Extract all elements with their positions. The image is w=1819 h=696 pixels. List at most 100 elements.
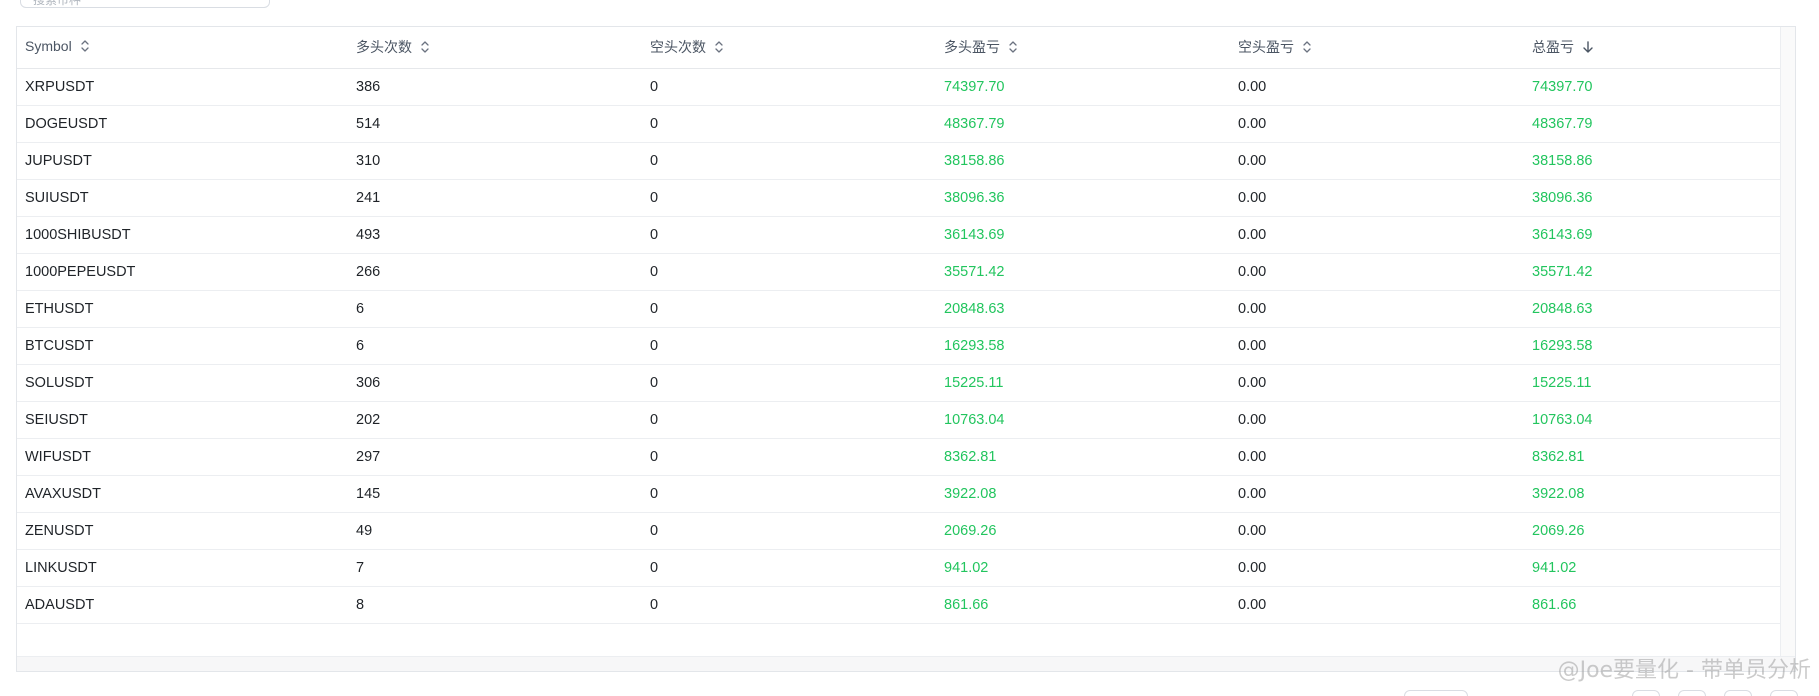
column-header[interactable]: 空头盈亏 [1230,27,1524,69]
table-cell: 514 [348,105,642,143]
table-cell: 15225.11 [1524,364,1781,402]
table-cell: 266 [348,253,642,291]
table-cell: 0.00 [1230,105,1524,143]
table-row[interactable]: WIFUSDT 297 0 8362.81 0.00 8362.81 [17,438,1781,476]
table-row[interactable]: JUPUSDT 310 0 38158.86 0.00 38158.86 [17,142,1781,180]
table-cell: 49 [348,512,642,550]
table-cell: 0.00 [1230,586,1524,624]
table-cell: 6 [348,327,642,365]
column-header[interactable]: 多头次数 [348,27,642,69]
table-cell: 0 [642,142,936,180]
table-cell: 0 [642,586,936,624]
pagination-prev-button[interactable] [1632,690,1660,696]
symbol-cell: SEIUSDT [17,401,348,439]
column-header-label: 多头次数 [356,39,412,56]
sort-both-icon[interactable] [420,40,430,57]
table-row[interactable]: SOLUSDT 306 0 15225.11 0.00 15225.11 [17,364,1781,402]
table-cell: 0 [642,364,936,402]
symbol-cell: WIFUSDT [17,438,348,476]
table-cell: 8362.81 [1524,438,1781,476]
symbol-cell: ADAUSDT [17,586,348,624]
table-cell: 0.00 [1230,401,1524,439]
table-cell: 0 [642,401,936,439]
table-scroll-area[interactable]: Symbol 多头次数 空头次数 多头盈亏 空头盈亏 总盈亏 XRPUSDT 386 0 743… [17,27,1781,657]
table-cell: 7 [348,549,642,587]
table-cell: 941.02 [1524,549,1781,587]
table-row[interactable]: 1000SHIBUSDT 493 0 36143.69 0.00 36143.69 [17,216,1781,254]
column-header-label: 多头盈亏 [944,39,1000,56]
table-row[interactable]: ZENUSDT 49 0 2069.26 0.00 2069.26 [17,512,1781,550]
horizontal-scrollbar[interactable] [17,656,1795,671]
table-cell: 16293.58 [1524,327,1781,365]
column-header[interactable]: 多头盈亏 [936,27,1230,69]
table-cell: 861.66 [1524,586,1781,624]
stats-table-card: Symbol 多头次数 空头次数 多头盈亏 空头盈亏 总盈亏 XRPUSDT 386 0 743… [16,26,1796,672]
table-row[interactable]: ETHUSDT 6 0 20848.63 0.00 20848.63 [17,290,1781,328]
table-cell: 38096.36 [1524,179,1781,217]
table-cell: 36143.69 [936,216,1230,254]
table-cell: 38158.86 [936,142,1230,180]
table-cell: 0.00 [1230,216,1524,254]
table-cell: 0.00 [1230,438,1524,476]
table-row[interactable]: DOGEUSDT 514 0 48367.79 0.00 48367.79 [17,105,1781,143]
table-cell: 38096.36 [936,179,1230,217]
table-cell: 35571.42 [1524,253,1781,291]
sort-both-icon[interactable] [1008,40,1018,57]
symbol-cell: 1000SHIBUSDT [17,216,348,254]
table-cell: 0 [642,216,936,254]
table-cell: 0 [642,179,936,217]
column-header[interactable]: 空头次数 [642,27,936,69]
table-cell: 0.00 [1230,142,1524,180]
column-header-label: 空头盈亏 [1238,39,1294,56]
column-header[interactable]: 总盈亏 [1524,27,1781,69]
table-cell: 74397.70 [936,68,1230,106]
table-cell: 0 [642,512,936,550]
symbol-cell: LINKUSDT [17,549,348,587]
pagination-page-button[interactable] [1724,690,1752,696]
table-cell: 306 [348,364,642,402]
symbol-cell: JUPUSDT [17,142,348,180]
table-cell: 241 [348,179,642,217]
column-header[interactable]: Symbol [17,27,348,69]
symbol-cell: SOLUSDT [17,364,348,402]
sort-both-icon[interactable] [714,40,724,57]
sort-both-icon[interactable] [1302,40,1312,57]
table-cell: 38158.86 [1524,142,1781,180]
symbol-cell: SUIUSDT [17,179,348,217]
table-row[interactable]: BTCUSDT 6 0 16293.58 0.00 16293.58 [17,327,1781,365]
table-cell: 8 [348,586,642,624]
table-cell: 0.00 [1230,364,1524,402]
page-size-select[interactable] [1404,690,1468,696]
search-input[interactable]: 搜索币种 [20,0,270,8]
table-cell: 0 [642,327,936,365]
table-cell: 386 [348,68,642,106]
table-cell: 48367.79 [936,105,1230,143]
table-cell: 0 [642,438,936,476]
table-body: XRPUSDT 386 0 74397.70 0.00 74397.70 DOGEUSDT 5… [17,68,1781,624]
table-cell: 861.66 [936,586,1230,624]
table-row[interactable]: 1000PEPEUSDT 266 0 35571.42 0.00 35571.42 [17,253,1781,291]
table-cell: 2069.26 [936,512,1230,550]
symbol-cell: ZENUSDT [17,512,348,550]
pagination-next-button[interactable] [1770,690,1798,696]
table-row[interactable]: LINKUSDT 7 0 941.02 0.00 941.02 [17,549,1781,587]
table-cell: 202 [348,401,642,439]
pagination-page-button[interactable] [1678,690,1706,696]
table-cell: 3922.08 [936,475,1230,513]
table-cell: 0.00 [1230,68,1524,106]
table-row[interactable]: ADAUSDT 8 0 861.66 0.00 861.66 [17,586,1781,624]
arrow-down-icon[interactable] [1582,40,1594,57]
sort-both-icon[interactable] [80,39,90,56]
column-header-label: 总盈亏 [1532,39,1574,56]
table-cell: 48367.79 [1524,105,1781,143]
column-header-label: Symbol [25,38,72,55]
table-row[interactable]: AVAXUSDT 145 0 3922.08 0.00 3922.08 [17,475,1781,513]
table-cell: 3922.08 [1524,475,1781,513]
table-row[interactable]: SUIUSDT 241 0 38096.36 0.00 38096.36 [17,179,1781,217]
vertical-scrollbar[interactable] [1780,27,1795,657]
table-header-row: Symbol 多头次数 空头次数 多头盈亏 空头盈亏 总盈亏 [17,27,1781,69]
table-cell: 35571.42 [936,253,1230,291]
table-row[interactable]: SEIUSDT 202 0 10763.04 0.00 10763.04 [17,401,1781,439]
table-row[interactable]: XRPUSDT 386 0 74397.70 0.00 74397.70 [17,68,1781,106]
table-cell: 0 [642,549,936,587]
